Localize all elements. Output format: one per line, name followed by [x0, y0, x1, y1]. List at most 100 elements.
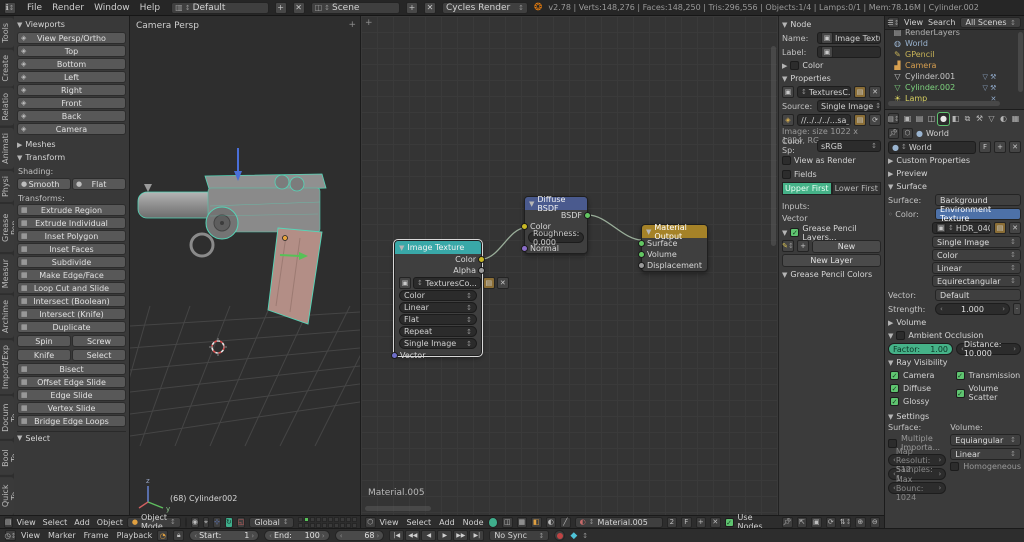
- outliner-item[interactable]: ✎ GPencil ◉ ↖ ▣: [885, 49, 1024, 60]
- input-socket-volume[interactable]: [638, 251, 645, 258]
- color-panel-header[interactable]: ▶ Color: [782, 59, 881, 72]
- select-panel-header[interactable]: ▼ Select: [17, 431, 126, 444]
- properties-tab[interactable]: ▦: [1010, 113, 1021, 125]
- viewport-3d[interactable]: z y Camera Persp (68) Cylinder002 +: [130, 16, 360, 515]
- ao-factor-slider[interactable]: Factor: 1.00: [888, 343, 953, 355]
- lock-icon[interactable]: 🔒︎: [173, 530, 185, 541]
- manipulator-rotate-icon[interactable]: ↻: [224, 516, 233, 528]
- zoom-in-icon[interactable]: ⊕: [855, 516, 866, 528]
- menu-item[interactable]: View: [21, 531, 40, 540]
- image-datablock[interactable]: ▣ ↕ TexturesCo... ▤ ✕: [399, 277, 509, 289]
- node-name-field[interactable]: ▣Image Texture: [817, 32, 881, 44]
- output-socket-bsdf[interactable]: [584, 212, 591, 219]
- ray-checkbox[interactable]: ✓: [955, 388, 965, 398]
- transform-button[interactable]: ▦ Extrude Individual: [17, 217, 126, 229]
- new-image-button[interactable]: ▤: [482, 277, 495, 289]
- menu-item[interactable]: Help: [135, 3, 166, 13]
- node-material-output[interactable]: ▼ Material Output Surface Volume Displace…: [638, 223, 708, 272]
- transform-button[interactable]: Knife: [17, 349, 71, 361]
- gp-new-layer-button[interactable]: New Layer: [782, 254, 881, 267]
- ray-checkbox[interactable]: ✓: [890, 384, 899, 393]
- pin-icon[interactable]: 📌︎: [888, 127, 899, 139]
- play-reverse-button[interactable]: ◀: [421, 530, 437, 541]
- viewports-panel-header[interactable]: ▼ Viewports: [17, 18, 126, 31]
- outliner-item[interactable]: ▽ Cylinder.001 ▽ ⚒ ◉ ↖ ▣: [885, 71, 1024, 82]
- node-dropdown[interactable]: Repeat ↕: [399, 326, 477, 337]
- ray-checkbox[interactable]: ✓: [955, 371, 965, 380]
- auto-render-icon[interactable]: ⟳: [825, 516, 837, 528]
- menu-item[interactable]: Playback: [117, 531, 153, 540]
- world-datablock-field[interactable]: ● ↕ World: [888, 140, 976, 154]
- menu-item[interactable]: Select: [43, 518, 68, 527]
- node-dropdown[interactable]: Flat ↕: [399, 314, 477, 325]
- world-shader-icon[interactable]: ◐: [545, 516, 557, 528]
- reload-image-button[interactable]: ⟳: [869, 114, 881, 126]
- tool-shelf-tab[interactable]: Create: [0, 49, 14, 87]
- input-socket-color[interactable]: [521, 223, 528, 230]
- transform-panel-header[interactable]: ▼ Transform: [17, 151, 126, 164]
- transform-button[interactable]: ▦ Bridge Edge Loops: [17, 415, 126, 427]
- gp-colors-panel-header[interactable]: ▼ Grease Pencil Colors: [782, 268, 881, 281]
- manipulator-translate-icon[interactable]: ⊹: [212, 516, 221, 528]
- view-button[interactable]: ◈ View Persp/Ortho: [17, 32, 126, 44]
- menu-item[interactable]: Add: [439, 518, 455, 527]
- properties-tab[interactable]: ▤: [914, 113, 925, 125]
- input-socket-surface[interactable]: [638, 240, 645, 247]
- env-dropdown[interactable]: Equirectangular ↕: [932, 275, 1021, 287]
- tool-shelf-tab[interactable]: Archime: [0, 294, 14, 338]
- tool-shelf-tab[interactable]: Relatio: [0, 88, 14, 126]
- menu-item[interactable]: Node: [463, 518, 484, 527]
- outliner-search-menu[interactable]: Search: [928, 18, 955, 27]
- menu-item[interactable]: View: [17, 518, 36, 527]
- outliner-item[interactable]: ▽ Cylinder.002 ▽ ⚒ ◉ ↖ ▣: [885, 82, 1024, 93]
- shading-button[interactable]: ● Flat: [72, 178, 126, 190]
- use-nodes-checkbox[interactable]: ✓: [724, 517, 734, 527]
- transform-button[interactable]: ▦ Intersect (Knife): [17, 308, 126, 320]
- color-checkbox[interactable]: [790, 61, 800, 70]
- color-node-button[interactable]: Environment Texture: [935, 205, 1021, 223]
- menu-item[interactable]: Object: [97, 518, 123, 527]
- playback-range-icon[interactable]: ◔: [157, 530, 169, 541]
- image-datablock-field[interactable]: ↕ TexturesC...: [797, 86, 851, 98]
- node-image-texture[interactable]: ▼ Image Texture Color Alpha ▣ ↕ TexturesC…: [391, 239, 509, 360]
- transform-button[interactable]: ▦ Duplicate: [17, 321, 126, 333]
- properties-tab[interactable]: ⚒: [974, 113, 985, 125]
- gp-layers-checkbox[interactable]: ✓: [790, 228, 800, 237]
- parent-tree-icon[interactable]: ⇱: [796, 516, 808, 528]
- ao-distance-field[interactable]: ‹ Distance: 10.000 ›: [956, 340, 1021, 358]
- outliner-display-dropdown[interactable]: All Scenes ↕: [960, 17, 1021, 28]
- transform-button[interactable]: ▦ Loop Cut and Slide: [17, 282, 126, 294]
- pivot-point-selector[interactable]: ◉: [190, 516, 200, 528]
- transform-button[interactable]: Spin: [17, 335, 71, 347]
- end-frame-field[interactable]: ‹ End: 100 ›: [264, 530, 330, 541]
- filepath-field[interactable]: //../../../...sa_5.jpg: [797, 114, 851, 126]
- fake-user-button[interactable]: F: [681, 516, 692, 528]
- surface-setting-field[interactable]: ‹ Max Bounc: 1024 ›: [888, 475, 947, 502]
- view-button[interactable]: ◈ Right: [17, 84, 126, 96]
- scene-selector[interactable]: ◫ ↕ Scene: [310, 1, 401, 14]
- transform-button[interactable]: ▦ Inset Polygon: [17, 230, 126, 242]
- close-layout-button[interactable]: ✕: [292, 1, 305, 14]
- zoom-out-icon[interactable]: ⊖: [869, 516, 881, 528]
- properties-tab[interactable]: ●: [937, 111, 950, 126]
- homogeneous-checkbox[interactable]: [950, 462, 960, 471]
- texture-nodes-icon[interactable]: ▦: [516, 516, 528, 528]
- auto-keyframe-record-button[interactable]: [554, 530, 566, 541]
- transform-button[interactable]: ▦ Make Edge/Face: [17, 269, 126, 281]
- play-button[interactable]: ▶: [437, 530, 453, 541]
- properties-tab[interactable]: ▽: [986, 113, 997, 125]
- unlink-image-button[interactable]: ✕: [1009, 222, 1021, 234]
- pin-icon[interactable]: 📌︎: [781, 516, 793, 528]
- layers-widget[interactable]: [297, 516, 357, 528]
- env-image-datablock[interactable]: ▣↕HDR_040...: [932, 222, 991, 234]
- source-dropdown[interactable]: Single Image ↕: [817, 100, 881, 112]
- volume-panel-header[interactable]: ▶ Volume: [888, 316, 1021, 329]
- transform-button[interactable]: ▦ Extrude Region: [17, 204, 126, 216]
- jump-to-end-button[interactable]: ▶|: [469, 530, 485, 541]
- gp-add-button[interactable]: +: [797, 240, 809, 252]
- output-socket-color[interactable]: [478, 256, 485, 263]
- transform-button[interactable]: ▦ Intersect (Boolean): [17, 295, 126, 307]
- menu-item[interactable]: Render: [47, 3, 89, 13]
- horizontal-scrollbar[interactable]: [888, 101, 1000, 106]
- fields-checkbox[interactable]: [782, 169, 791, 179]
